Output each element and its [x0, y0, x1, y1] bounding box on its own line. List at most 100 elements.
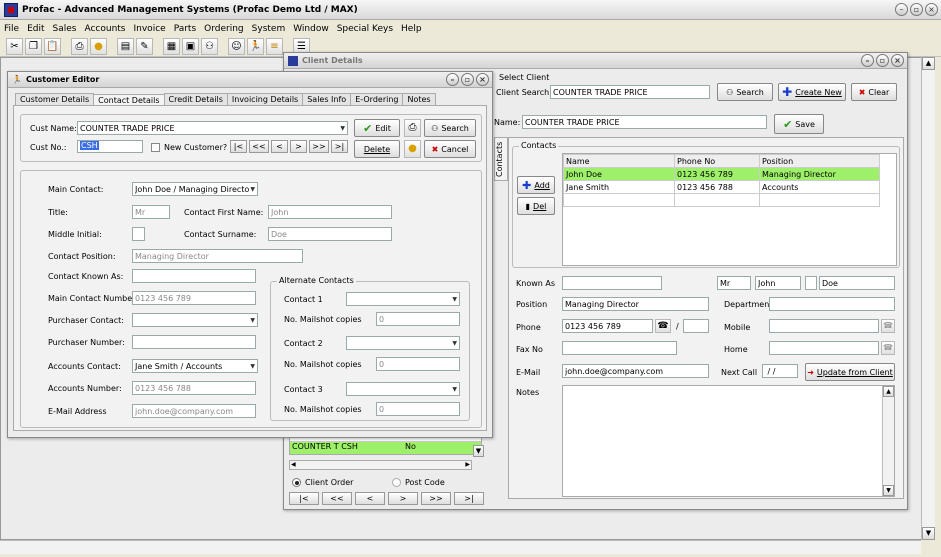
contact-first-name-input[interactable]: [755, 276, 801, 290]
tab-contacts[interactable]: Contacts: [494, 137, 508, 181]
contact2-combo[interactable]: ▼: [346, 336, 460, 350]
main-contact-combo[interactable]: John Doe / Managing Director ▼: [132, 182, 258, 196]
page-icon[interactable]: ▤: [117, 38, 134, 55]
menu-accounts[interactable]: Accounts: [84, 24, 125, 34]
desktop-vscrollbar[interactable]: ▲ ▼: [921, 57, 935, 540]
dial-home-icon[interactable]: ☎: [881, 341, 895, 355]
menu-edit[interactable]: Edit: [27, 24, 44, 34]
department-input[interactable]: [769, 297, 895, 311]
known-as-input[interactable]: [562, 276, 662, 290]
cust-no-input[interactable]: CSH: [77, 140, 143, 153]
menu-window[interactable]: Window: [293, 24, 329, 34]
update-from-client-button[interactable]: ➜ Update from Client: [805, 363, 895, 381]
nav-next-button[interactable]: >: [290, 140, 307, 153]
radio-post-code[interactable]: Post Code: [392, 478, 445, 487]
edit-icon[interactable]: ✎: [136, 38, 153, 55]
close-icon[interactable]: ×: [891, 54, 904, 67]
restore-icon[interactable]: ▫: [910, 3, 923, 16]
contact-position-input[interactable]: [132, 249, 303, 263]
table-row[interactable]: COUNTER T CSH No: [290, 442, 481, 454]
cancel-button[interactable]: ✖ Cancel: [424, 140, 476, 158]
tab-invoicing-details[interactable]: Invoicing Details: [226, 93, 304, 105]
col-name[interactable]: Name: [563, 154, 675, 168]
stack-icon[interactable]: ≡: [266, 38, 283, 55]
nav-next-page-button[interactable]: >>: [309, 140, 329, 153]
accounts-number-input[interactable]: [132, 381, 256, 395]
cust-name-combo[interactable]: COUNTER TRADE PRICE ▼: [77, 121, 348, 135]
delete-button[interactable]: Delete: [354, 140, 400, 158]
search-people-icon[interactable]: ☺: [228, 38, 245, 55]
cut-icon[interactable]: ✂: [6, 38, 23, 55]
col-position[interactable]: Position: [759, 154, 880, 168]
nav-first-button[interactable]: |<: [230, 140, 247, 153]
restore-icon[interactable]: ▫: [461, 73, 474, 86]
scroll-down-icon[interactable]: ▼: [922, 527, 935, 540]
scroll-up-icon[interactable]: ▲: [922, 57, 935, 70]
contact3-combo[interactable]: ▼: [346, 382, 460, 396]
dial-mobile-icon[interactable]: ☎: [881, 319, 895, 333]
scroll-up-icon[interactable]: ▲: [883, 386, 894, 397]
minimize-icon[interactable]: –: [861, 54, 874, 67]
clear-button[interactable]: ✖ Clear: [851, 83, 897, 101]
paste-icon[interactable]: 📋: [44, 38, 61, 55]
client-search-button[interactable]: ⚇ Search: [717, 83, 773, 101]
scroll-right-icon[interactable]: ▶: [465, 461, 470, 468]
scroll-down-icon[interactable]: ▼: [883, 485, 894, 496]
menu-ordering[interactable]: Ordering: [204, 24, 244, 34]
tab-credit-details[interactable]: Credit Details: [163, 93, 228, 105]
bulb-icon[interactable]: ●: [404, 140, 421, 158]
menu-help[interactable]: Help: [401, 24, 422, 34]
binoculars-icon[interactable]: ⚇: [201, 38, 218, 55]
nav-prev-page-button[interactable]: <<: [322, 492, 352, 505]
client-name-input[interactable]: [522, 115, 767, 129]
notes-textarea[interactable]: ▲ ▼: [562, 385, 895, 497]
scroll-left-icon[interactable]: ◀: [291, 461, 296, 468]
first-name-input[interactable]: [268, 205, 392, 219]
list-hscrollbar[interactable]: ◀ ▶: [289, 460, 472, 470]
report-icon[interactable]: ▦: [163, 38, 180, 55]
table-row-empty[interactable]: [563, 193, 880, 207]
mailshot2-input[interactable]: [376, 357, 460, 371]
tab-sales-info[interactable]: Sales Info: [302, 93, 352, 105]
calc-icon[interactable]: ▣: [182, 38, 199, 55]
minimize-icon[interactable]: –: [446, 73, 459, 86]
menu-sales[interactable]: Sales: [53, 24, 77, 34]
cust-search-button[interactable]: ⚇ Search: [424, 119, 476, 137]
menu-file[interactable]: File: [4, 24, 19, 34]
minimize-icon[interactable]: –: [895, 3, 908, 16]
home-input[interactable]: [769, 341, 879, 355]
create-new-button[interactable]: ✚ Create New: [778, 83, 846, 101]
phone-input[interactable]: [562, 319, 653, 333]
table-row[interactable]: John Doe 0123 456 789 Managing Director: [563, 167, 880, 181]
nav-prev-page-button[interactable]: <<: [249, 140, 269, 153]
fax-input[interactable]: [562, 341, 677, 355]
nav-last-button[interactable]: >|: [454, 492, 484, 505]
email-address-input[interactable]: [132, 404, 256, 418]
purchaser-contact-combo[interactable]: ▼: [132, 313, 258, 327]
nav-prev-button[interactable]: <: [355, 492, 385, 505]
tab-e-ordering[interactable]: E-Ordering: [350, 93, 404, 105]
copy-icon[interactable]: ❐: [25, 38, 42, 55]
nav-first-button[interactable]: |<: [289, 492, 319, 505]
tab-notes[interactable]: Notes: [402, 93, 436, 105]
edit-button[interactable]: ✔ Edit: [354, 119, 400, 137]
main-contact-number-input[interactable]: [132, 291, 256, 305]
contact1-combo[interactable]: ▼: [346, 292, 460, 306]
mailshot3-input[interactable]: [376, 402, 460, 416]
run-icon[interactable]: 🏃: [247, 38, 264, 55]
contact-known-as-input[interactable]: [132, 269, 256, 283]
email-input[interactable]: [562, 364, 709, 378]
new-customer-checkbox[interactable]: [151, 143, 160, 152]
print-icon[interactable]: ⎙: [71, 38, 88, 55]
next-call-input[interactable]: [762, 364, 798, 378]
close-icon[interactable]: ×: [476, 73, 489, 86]
print-icon[interactable]: ⎙: [404, 119, 421, 137]
position-input[interactable]: [562, 297, 709, 311]
radio-client-order[interactable]: Client Order: [292, 478, 353, 487]
col-phone[interactable]: Phone No: [674, 154, 760, 168]
tab-customer-details[interactable]: Customer Details: [15, 93, 95, 105]
list-dropdown-icon[interactable]: ▼: [473, 445, 484, 457]
phone-ext-input[interactable]: [683, 319, 709, 333]
bulb-icon[interactable]: ●: [90, 38, 107, 55]
accounts-contact-combo[interactable]: Jane Smith / Accounts ▼: [132, 359, 258, 373]
